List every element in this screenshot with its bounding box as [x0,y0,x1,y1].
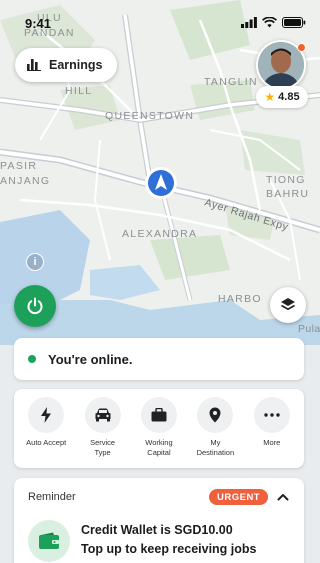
wifi-icon [262,17,277,28]
map-label-tiong: TIONG [266,174,306,186]
map-label-alexandra: ALEXANDRA [122,228,198,240]
rating-value: 4.85 [278,91,300,103]
map-layers-button[interactable] [270,287,306,323]
star-icon: ★ [264,90,276,104]
go-offline-button[interactable] [14,285,56,327]
action-label: Service Type [90,438,116,457]
map-label-panjang: ANJANG [0,175,51,187]
urgent-badge: URGENT [209,489,269,505]
reminder-card[interactable]: Reminder URGENT Credit Wallet is SGD10.0… [14,478,304,563]
power-icon [27,297,43,315]
action-icon-bg [28,397,65,433]
map-label-pasir: PASIR [0,160,38,172]
action-label: More [263,438,281,447]
action-label: My Destination [196,438,235,457]
map-label-pulau: Pula [298,323,320,335]
reminder-message: Credit Wallet is SGD10.00 [81,523,233,537]
online-status-text: You're online. [48,351,133,367]
info-icon[interactable]: i [26,253,44,271]
action-label: Auto Accept [26,438,67,447]
chevron-up-icon[interactable] [274,488,292,506]
rating-badge: ★ 4.85 [256,86,308,108]
map-label-queenstown: QUEENSTOWN [105,110,195,122]
working-capital-button[interactable]: Working Capital [132,397,186,468]
profile-button[interactable]: ★ 4.85 [256,40,308,110]
reminder-subtext: Top up to keep receiving jobs [81,542,257,556]
map-label-tanglin: TANGLIN [204,76,258,88]
action-icon-bg [197,397,234,433]
action-icon-bg [253,397,290,433]
online-status-card[interactable]: You're online. [14,338,304,380]
more-dots-icon [264,413,280,417]
reminder-title: Reminder [28,491,76,503]
map-label-bahru: BAHRU [266,188,310,200]
action-icon-bg [84,397,121,433]
more-button[interactable]: More [245,397,299,468]
map-label-hill: HILL [65,85,93,97]
location-pin-icon [209,407,221,423]
action-label: Working Capital [145,438,173,457]
battery-icon [282,17,306,28]
signal-icon [241,17,257,28]
bar-chart-icon [27,59,41,71]
car-icon [95,408,111,422]
earnings-label: Earnings [49,58,103,72]
service-type-button[interactable]: Service Type [76,397,130,468]
status-time: 9:41 [25,16,52,31]
wallet-icon [28,520,70,562]
action-icon-bg [140,397,177,433]
notification-dot [297,43,306,52]
status-icons [241,17,306,28]
briefcase-icon [151,408,167,422]
online-indicator [28,355,36,363]
my-destination-button[interactable]: My Destination [188,397,242,468]
lightning-icon [41,407,52,423]
map-label-harbourfront: HARBO [218,293,262,305]
auto-accept-button[interactable]: Auto Accept [19,397,73,468]
quick-actions: Auto Accept ServiceType WorkingCapital [14,389,304,468]
layers-icon [281,298,295,311]
driver-app-screen: ULU PANDAN HILL TANGLIN QUEENSTOWN PASIR… [0,0,320,563]
earnings-button[interactable]: Earnings [15,48,117,82]
